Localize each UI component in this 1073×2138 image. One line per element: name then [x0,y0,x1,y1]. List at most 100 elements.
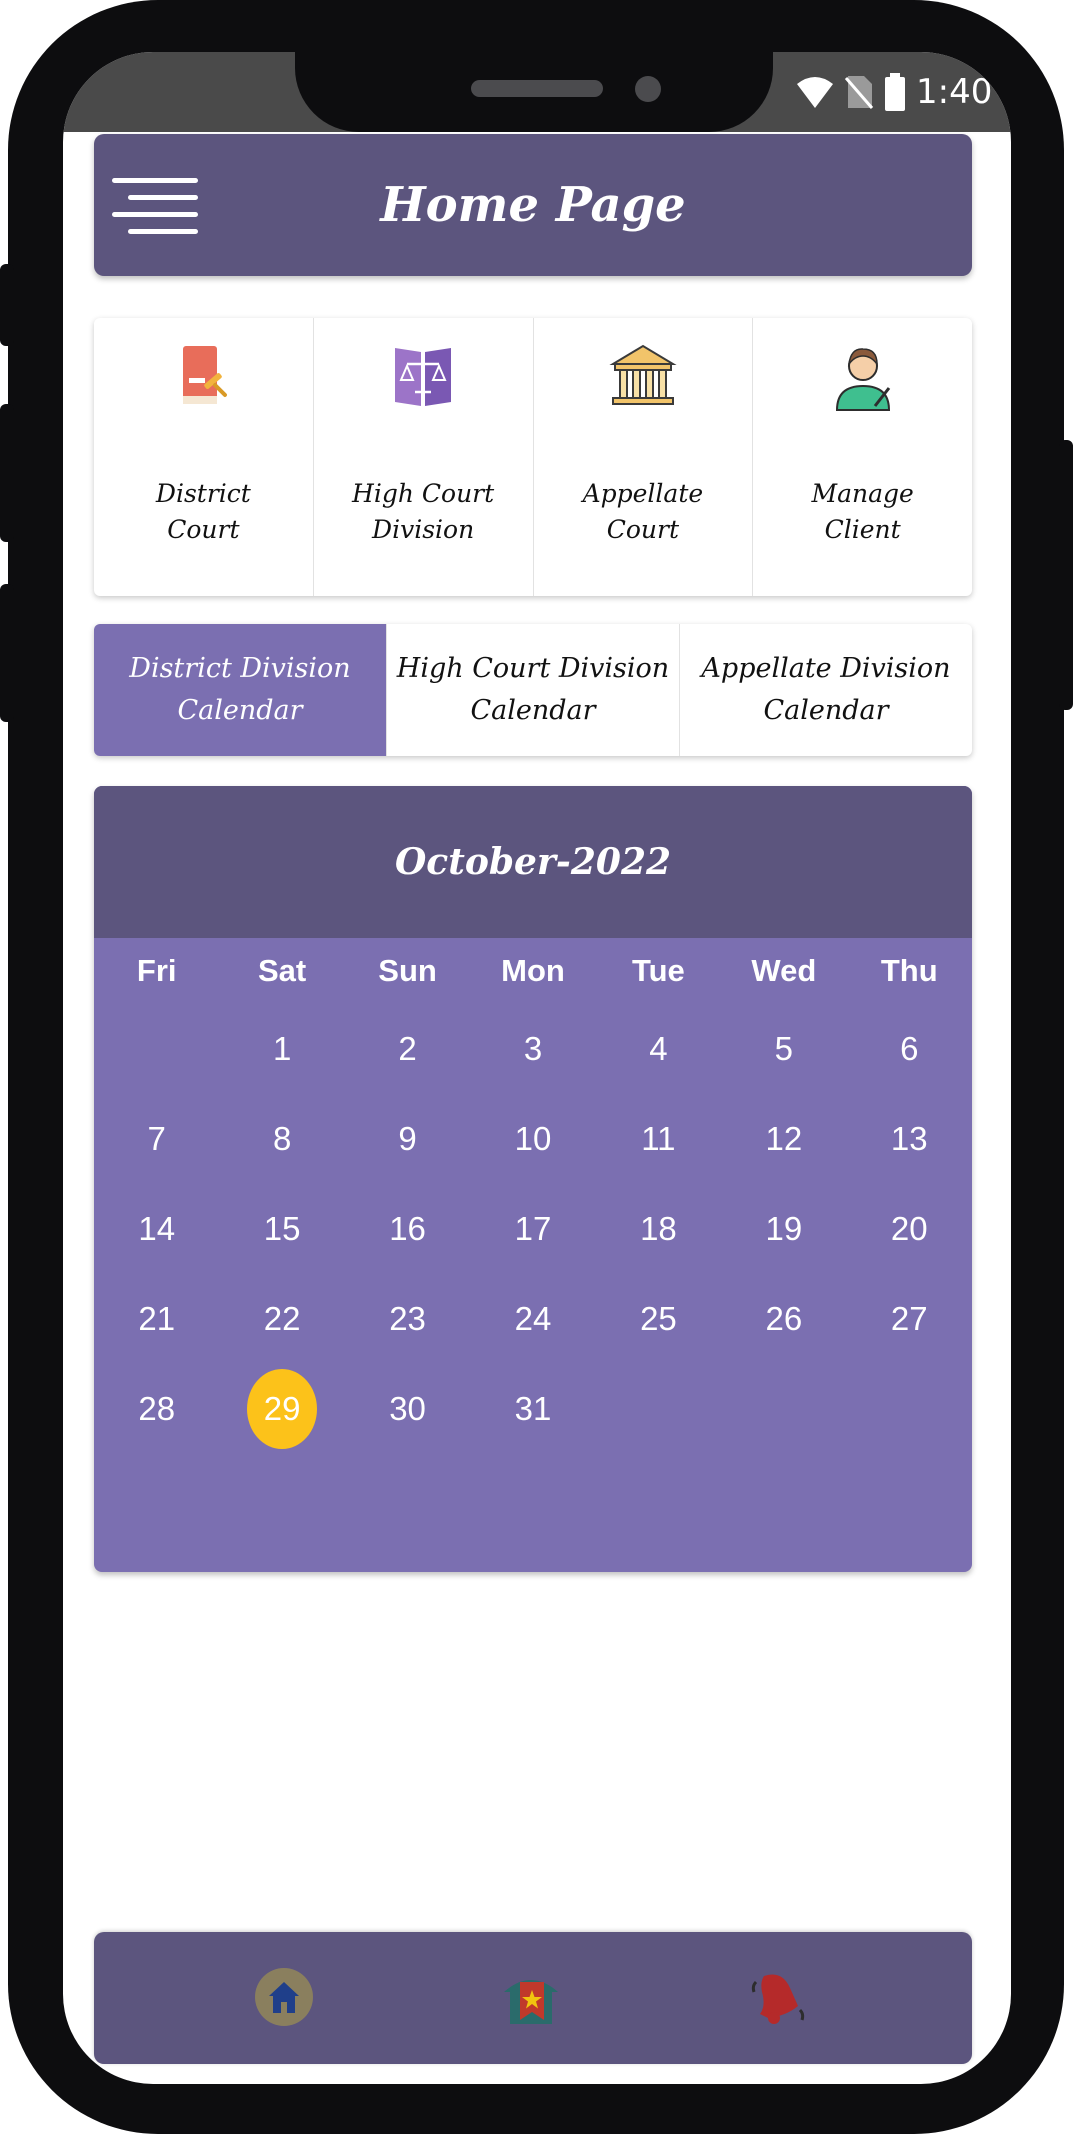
day-cell[interactable]: 26 [721,1274,846,1364]
day-cell[interactable]: 14 [94,1184,219,1274]
day-number: 8 [272,1120,292,1157]
day-cell[interactable]: 1 [219,1004,344,1094]
day-cell[interactable]: 18 [596,1184,721,1274]
page-title: Home Page [380,177,686,233]
day-grid: 1 2 3 4 5 6 7 8 9 10 11 12 13 14 15 16 17 18 19 20 21 22 23 24 2… [94,1004,972,1454]
day-number: 24 [514,1300,552,1337]
day-cell[interactable]: 16 [345,1184,470,1274]
tab-appellate-division-calendar[interactable]: Appellate Division Calendar [680,624,972,756]
day-cell[interactable]: 19 [721,1184,846,1274]
weekday-label: Mon [501,953,565,988]
calendar-header: October-2022 [94,786,972,938]
volume-down-button [0,584,14,722]
mute-switch [0,264,14,346]
day-cell[interactable]: 20 [847,1184,972,1274]
courthouse-icon [609,344,677,405]
day-cell[interactable]: 12 [721,1094,846,1184]
volume-up-button [0,404,14,542]
day-cell[interactable]: 7 [94,1094,219,1184]
weekday-label: Sat [258,953,307,988]
day-number: 21 [138,1300,176,1337]
tab-high-court-division-calendar[interactable]: High Court Division Calendar [387,624,680,756]
day-cell[interactable]: 25 [596,1274,721,1364]
tab-district-division-calendar[interactable]: District Division Calendar [94,624,387,756]
category-label: High Court Division [352,479,495,544]
day-number: 13 [890,1120,928,1157]
day-number: 22 [263,1300,301,1337]
day-number: 6 [900,1030,919,1067]
day-number: 31 [514,1390,552,1427]
day-number: 10 [514,1120,552,1157]
day-cell[interactable]: 17 [470,1184,595,1274]
app-header: Home Page [94,134,972,276]
day-cell[interactable]: 9 [345,1094,470,1184]
weekday-label: Sun [378,953,437,988]
day-cell[interactable]: 8 [219,1094,344,1184]
weekday-label: Fri [136,953,177,988]
weekday-label: Wed [751,953,817,988]
day-number: 28 [138,1390,176,1427]
day-cell[interactable]: 21 [94,1274,219,1364]
day-cell[interactable]: 23 [345,1274,470,1364]
home-icon[interactable] [253,1966,315,2028]
day-cell[interactable]: 2 [345,1004,470,1094]
law-book-scales-icon [395,348,452,406]
day-number: 12 [765,1120,803,1157]
manage-client-button[interactable]: Manage Client [753,318,972,596]
day-cell[interactable]: 13 [847,1094,972,1184]
court-flag-icon[interactable] [500,1966,562,2028]
category-label: Manage Client [811,479,914,544]
day-number: 16 [389,1210,426,1247]
client-avatar-icon [835,348,890,411]
notification-bell-icon[interactable] [746,1966,808,2028]
appellate-court-button[interactable]: Appellate Court [534,318,754,596]
menu-icon[interactable] [112,178,198,234]
high-court-division-button[interactable]: High Court Division [314,318,534,596]
day-number: 19 [765,1210,803,1247]
wifi-icon [797,77,833,108]
day-number: 26 [765,1300,803,1337]
day-cell[interactable]: 22 [219,1274,344,1364]
day-number: 11 [641,1120,676,1157]
month-calendar: October-2022 Fri Sat Sun Mon Tue Wed Thu 12345… [94,786,972,1572]
day-number: 3 [523,1030,543,1067]
month-label: October-2022 [394,841,672,883]
day-cell[interactable]: 27 [847,1274,972,1364]
day-number: 30 [389,1390,426,1427]
day-number: 9 [398,1120,417,1157]
category-label: Appellate Court [582,479,704,544]
day-cell[interactable]: 31 [470,1364,595,1454]
day-cell[interactable]: 10 [470,1094,595,1184]
district-court-button[interactable]: District Court [94,318,314,596]
day-number: 29 [263,1390,301,1427]
no-sim-icon [844,76,874,109]
day-cell[interactable]: 3 [470,1004,595,1094]
day-cell[interactable]: 28 [94,1364,219,1454]
law-book-gavel-icon [183,346,228,404]
day-number: 17 [514,1210,552,1247]
day-cell[interactable]: 6 [847,1004,972,1094]
category-label: District Court [155,479,251,544]
day-cell[interactable]: 15 [219,1184,344,1274]
day-cell[interactable]: 24 [470,1274,595,1364]
day-number: 15 [263,1210,301,1247]
weekday-label: Tue [631,953,685,988]
battery-icon [885,73,905,111]
front-camera [635,76,661,102]
day-cell[interactable]: 30 [345,1364,470,1454]
day-number: 20 [890,1210,928,1247]
day-cell[interactable]: 4 [596,1004,721,1094]
weekday-row: Fri Sat Sun Mon Tue Wed Thu [94,938,972,1004]
day-number: 7 [147,1120,166,1157]
day-cell[interactable]: 5 [721,1004,846,1094]
day-number: 25 [640,1300,677,1337]
day-number: 27 [890,1300,928,1337]
day-number: 23 [389,1300,426,1337]
selected-day-cell[interactable]: 29 [219,1364,344,1454]
calendar-tabs: District Division Calendar High Court Di… [94,624,972,756]
day-number: 18 [640,1210,677,1247]
day-cell[interactable]: 11 [596,1094,721,1184]
weekday-label: Thu [880,953,938,988]
empty-day-cell [94,1004,219,1094]
day-number: 1 [272,1030,292,1067]
